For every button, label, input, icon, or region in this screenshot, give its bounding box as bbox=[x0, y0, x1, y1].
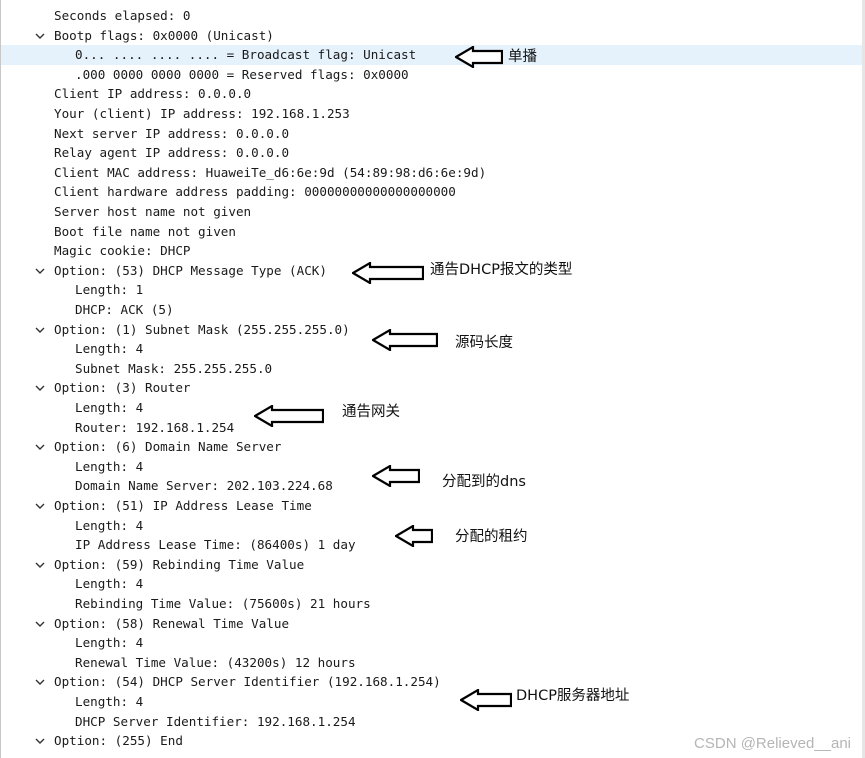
tree-row-text: DHCP Server Identifier: 192.168.1.254 bbox=[75, 713, 356, 729]
chevron-down-icon[interactable] bbox=[34, 676, 46, 688]
tree-row[interactable]: Magic cookie: DHCP bbox=[1, 241, 865, 261]
arrow-left-icon bbox=[252, 404, 325, 431]
tree-row[interactable]: Length: 1 bbox=[1, 280, 865, 300]
tree-row[interactable]: .000 0000 0000 0000 = Reserved flags: 0x… bbox=[1, 65, 865, 85]
tree-row[interactable]: Option: (58) Renewal Time Value bbox=[1, 614, 865, 634]
chevron-down-icon[interactable] bbox=[34, 559, 46, 571]
chevron-down-icon[interactable] bbox=[34, 265, 46, 277]
tree-row-text: Option: (58) Renewal Time Value bbox=[54, 615, 290, 631]
tree-row-text: Router: 192.168.1.254 bbox=[75, 419, 235, 435]
tree-row-text: Domain Name Server: 202.103.224.68 bbox=[75, 478, 333, 494]
tree-row-text: Length: 4 bbox=[75, 341, 144, 357]
tree-row-text: Client hardware address padding: 0000000… bbox=[54, 184, 456, 200]
tree-row-text: Server host name not given bbox=[54, 204, 252, 219]
tree-row-text: Rebinding Time Value: (75600s) 21 hours bbox=[75, 596, 371, 611]
chevron-down-icon[interactable] bbox=[34, 441, 46, 453]
tree-row-text: Boot file name not given bbox=[54, 223, 236, 239]
tree-row[interactable]: DHCP: ACK (5) bbox=[1, 300, 865, 320]
tree-row[interactable]: Seconds elapsed: 0 bbox=[1, 6, 865, 26]
chevron-down-icon[interactable] bbox=[34, 735, 46, 747]
chevron-down-icon[interactable] bbox=[34, 324, 46, 336]
tree-row[interactable]: IP Address Lease Time: (86400s) 1 day bbox=[1, 535, 865, 555]
chevron-down-icon[interactable] bbox=[34, 500, 46, 512]
tree-row[interactable]: 0... .... .... .... = Broadcast flag: Un… bbox=[1, 45, 865, 65]
chevron-down-icon[interactable] bbox=[34, 618, 46, 630]
tree-row-text: Option: (54) DHCP Server Identifier (192… bbox=[54, 674, 441, 690]
annotation-label: 通告网关 bbox=[342, 404, 400, 420]
tree-row-text: Next server IP address: 0.0.0.0 bbox=[54, 125, 290, 141]
tree-row-text: DHCP: ACK (5) bbox=[75, 302, 174, 317]
annotation-label: 通告DHCP报文的类型 bbox=[430, 262, 573, 278]
tree-row-text: Bootp flags: 0x0000 (Unicast) bbox=[54, 27, 274, 43]
tree-row-text: Length: 4 bbox=[75, 400, 144, 415]
tree-row-text: Option: (53) DHCP Message Type (ACK) bbox=[54, 262, 327, 278]
tree-row[interactable]: Option: (54) DHCP Server Identifier (192… bbox=[1, 672, 865, 692]
arrow-left-icon bbox=[393, 524, 434, 551]
tree-row[interactable]: Boot file name not given bbox=[1, 222, 865, 242]
tree-row[interactable]: Length: 4 bbox=[1, 457, 865, 477]
tree-row-text: Length: 4 bbox=[75, 694, 144, 709]
tree-row-text: Length: 4 bbox=[75, 517, 144, 533]
tree-row[interactable]: Router: 192.168.1.254 bbox=[1, 418, 865, 438]
annotation-label: 源码长度 bbox=[455, 335, 513, 351]
tree-row[interactable]: Next server IP address: 0.0.0.0 bbox=[1, 124, 865, 144]
tree-row-text: Option: (6) Domain Name Server bbox=[54, 439, 282, 455]
tree-row-text: Length: 4 bbox=[75, 458, 144, 474]
annotation-label: DHCP服务器地址 bbox=[516, 688, 630, 704]
tree-row-text: Subnet Mask: 255.255.255.0 bbox=[75, 360, 273, 376]
tree-row[interactable]: Client MAC address: HuaweiTe_d6:6e:9d (5… bbox=[1, 163, 865, 183]
tree-row-text: Your (client) IP address: 192.168.1.253 bbox=[54, 106, 350, 121]
tree-row-text: 0... .... .... .... = Broadcast flag: Un… bbox=[75, 47, 417, 63]
tree-row[interactable]: Client hardware address padding: 0000000… bbox=[1, 182, 865, 202]
tree-row-text: Option: (59) Rebinding Time Value bbox=[54, 556, 305, 572]
chevron-down-icon[interactable] bbox=[34, 382, 46, 394]
packet-details-tree: Seconds elapsed: 0 Bootp flags: 0x0000 (U… bbox=[0, 0, 865, 758]
arrow-left-icon bbox=[458, 688, 513, 715]
tree-row-text: Length: 4 bbox=[75, 635, 144, 651]
tree-row[interactable]: Relay agent IP address: 0.0.0.0 bbox=[1, 143, 865, 163]
annotation-label: 分配的租约 bbox=[455, 529, 528, 545]
tree-row-text: .000 0000 0000 0000 = Reserved flags: 0x… bbox=[75, 66, 409, 82]
tree-row[interactable]: Renewal Time Value: (43200s) 12 hours bbox=[1, 653, 865, 673]
tree-row-text: Client MAC address: HuaweiTe_d6:6e:9d (5… bbox=[54, 164, 487, 180]
arrow-left-icon bbox=[350, 261, 425, 288]
tree-row[interactable]: Length: 4 bbox=[1, 398, 865, 418]
arrow-left-icon bbox=[453, 45, 504, 72]
tree-row[interactable]: Option: (3) Router bbox=[1, 378, 865, 398]
annotation-label: 单播 bbox=[508, 49, 537, 65]
arrow-left-icon bbox=[370, 328, 439, 355]
tree-row[interactable]: Server host name not given bbox=[1, 202, 865, 222]
watermark: CSDN @Relieved__ani bbox=[694, 735, 851, 752]
tree-row-text: Seconds elapsed: 0 bbox=[54, 8, 191, 23]
tree-row[interactable]: Rebinding Time Value: (75600s) 21 hours bbox=[1, 594, 865, 614]
tree-row-text: Length: 1 bbox=[75, 282, 144, 298]
tree-row-text: Client IP address: 0.0.0.0 bbox=[54, 86, 252, 102]
tree-row-text: Relay agent IP address: 0.0.0.0 bbox=[54, 145, 290, 161]
tree-row-text: Option: (1) Subnet Mask (255.255.255.0) bbox=[54, 321, 350, 337]
tree-row[interactable]: Client IP address: 0.0.0.0 bbox=[1, 84, 865, 104]
tree-row-text: Length: 4 bbox=[75, 576, 144, 592]
tree-row-text: Option: (3) Router bbox=[54, 380, 191, 396]
tree-row-text: Magic cookie: DHCP bbox=[54, 243, 191, 259]
tree-row[interactable]: Length: 4 bbox=[1, 692, 865, 712]
tree-row[interactable]: Domain Name Server: 202.103.224.68 bbox=[1, 476, 865, 496]
annotation-label: 分配到的dns bbox=[442, 474, 526, 490]
arrow-left-icon bbox=[370, 464, 421, 491]
tree-row[interactable]: Length: 4 bbox=[1, 516, 865, 536]
chevron-down-icon[interactable] bbox=[34, 30, 46, 42]
tree-row-text: IP Address Lease Time: (86400s) 1 day bbox=[75, 537, 356, 553]
tree-row[interactable]: DHCP Server Identifier: 192.168.1.254 bbox=[1, 712, 865, 732]
tree-row[interactable]: Length: 4 bbox=[1, 574, 865, 594]
tree-row-text: Option: (255) End bbox=[54, 733, 183, 749]
tree-row[interactable]: Subnet Mask: 255.255.255.0 bbox=[1, 359, 865, 379]
tree-row[interactable]: Length: 4 bbox=[1, 633, 865, 653]
tree-row[interactable]: Bootp flags: 0x0000 (Unicast) bbox=[1, 26, 865, 46]
tree-row[interactable]: Option: (59) Rebinding Time Value bbox=[1, 555, 865, 575]
tree-row-text: Renewal Time Value: (43200s) 12 hours bbox=[75, 654, 356, 670]
tree-row[interactable]: Your (client) IP address: 192.168.1.253 bbox=[1, 104, 865, 124]
tree-row-text: Option: (51) IP Address Lease Time bbox=[54, 498, 312, 513]
tree-row[interactable]: Option: (6) Domain Name Server bbox=[1, 437, 865, 457]
tree-row[interactable]: Option: (51) IP Address Lease Time bbox=[1, 496, 865, 516]
